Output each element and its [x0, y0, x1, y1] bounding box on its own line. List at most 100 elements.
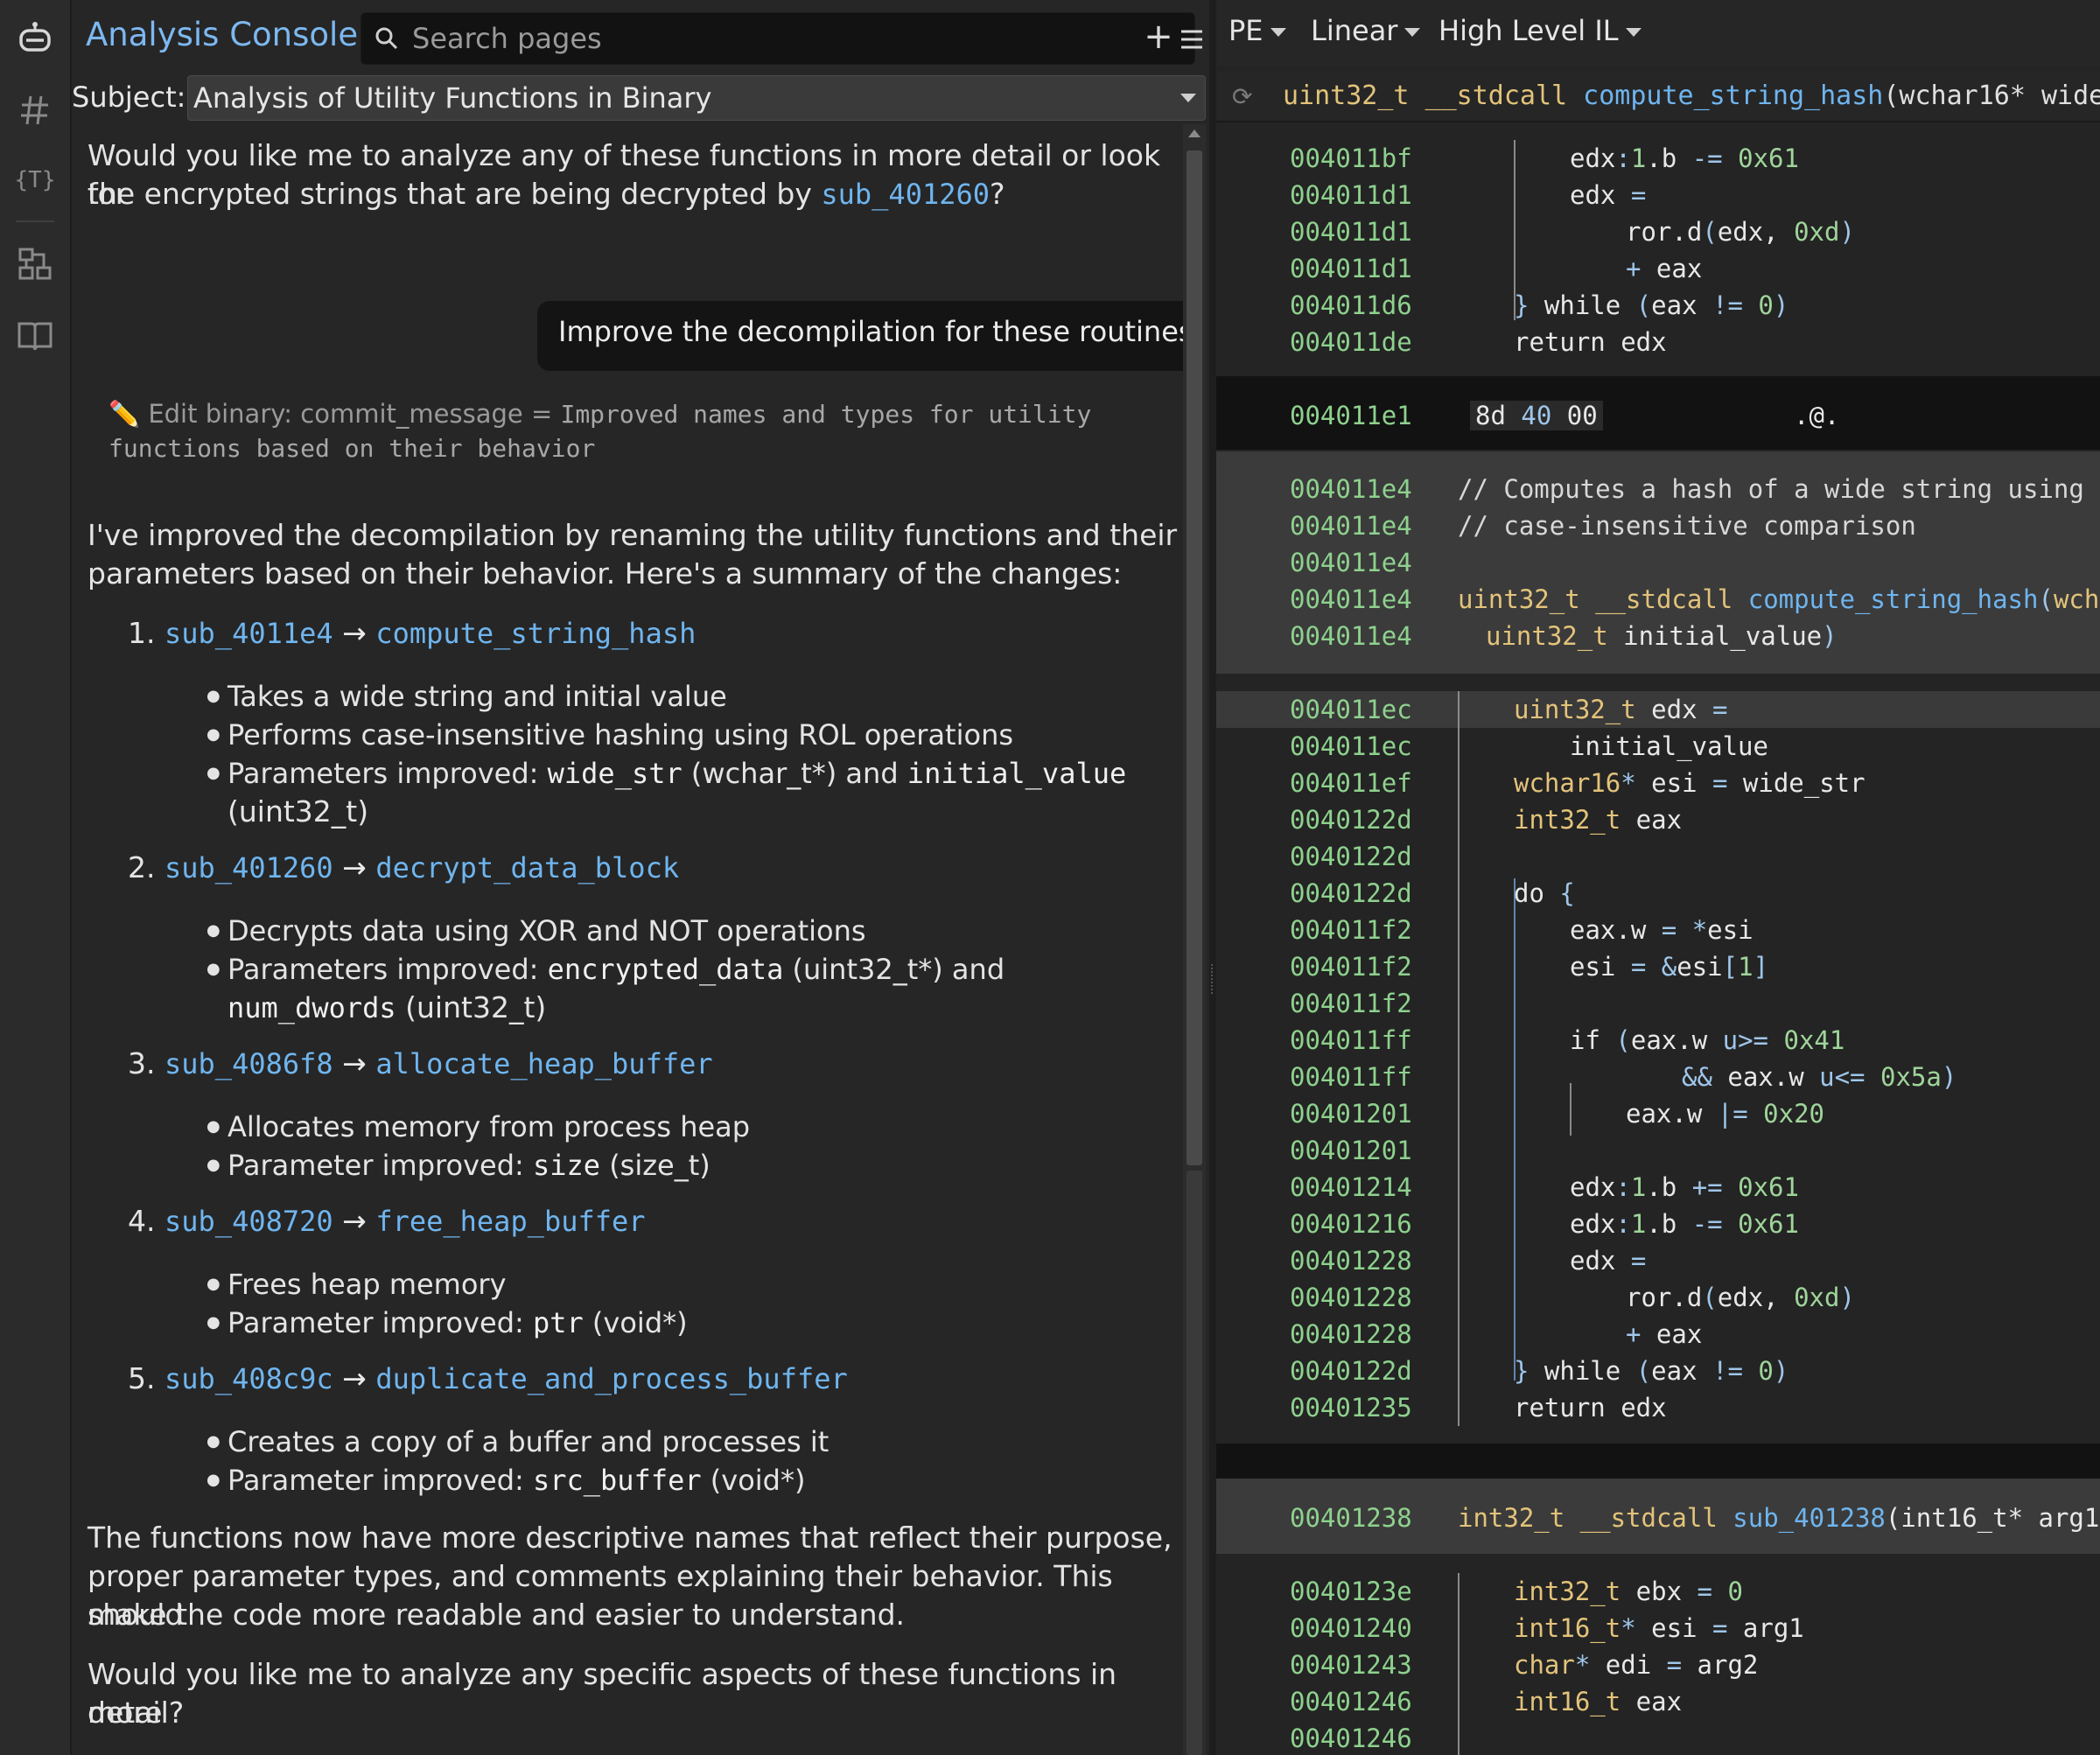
view-mode-dropdown[interactable]: Linear [1311, 14, 1421, 47]
list-bullet: Parameter improved: ptr (void*) [206, 1304, 688, 1342]
function-link[interactable]: allocate_heap_buffer [375, 1047, 712, 1080]
function-link[interactable]: sub_401260 [164, 851, 333, 884]
code-line[interactable]: 0040122d do { [1216, 875, 2100, 912]
hashtag-icon[interactable] [14, 89, 56, 131]
function-separator [1216, 1444, 2100, 1479]
scroll-up-icon[interactable] [1188, 129, 1200, 137]
code-line[interactable]: 004011e4// case-insensitive comparison [1216, 507, 2100, 544]
scrollbar-thumb[interactable] [1186, 150, 1202, 1165]
code-line[interactable]: 00401216 edx:1.b -= 0x61 [1216, 1206, 2100, 1242]
function-link[interactable]: sub_408c9c [164, 1362, 333, 1395]
code-line[interactable]: 004011d1 ror.d(edx, 0xd) [1216, 213, 2100, 250]
list-bullet: Decrypts data using XOR and NOT operatio… [206, 912, 866, 950]
code-line[interactable]: 004011d1 edx = [1216, 177, 2100, 213]
code-line[interactable]: 004011e4 [1216, 544, 2100, 581]
function-link[interactable]: sub_408720 [164, 1205, 333, 1238]
code-line[interactable]: 004011d1 + eax [1216, 250, 2100, 287]
list-item: 3. sub_4086f8 → allocate_heap_buffer [128, 1046, 713, 1080]
code-line[interactable]: 00401246 [1216, 1720, 2100, 1755]
user-message-bubble: Improve the decompilation for these rout… [537, 301, 1183, 371]
list-item: 5. sub_408c9c → duplicate_and_process_bu… [128, 1361, 848, 1395]
function-link[interactable]: decrypt_data_block [375, 851, 679, 884]
code-line[interactable]: 0040122d} while (eax != 0) [1216, 1353, 2100, 1389]
chevron-down-icon [1180, 94, 1196, 102]
data-bytes-line[interactable]: 004011e1 8d 40 00 .@. [1216, 397, 2100, 434]
code-line[interactable]: 00401238 int32_t __stdcall sub_401238(int… [1216, 1500, 2100, 1536]
list-item: 2. sub_401260 → decrypt_data_block [128, 850, 680, 884]
assistant-text: parameters based on their behavior. Here… [88, 556, 1123, 591]
code-line[interactable]: 004011f2 [1216, 985, 2100, 1022]
add-page-button[interactable]: + [1141, 16, 1176, 58]
function-signature-bar: ⟳ uint32_t __stdcall compute_string_hash… [1216, 72, 2100, 122]
graph-tree-icon[interactable] [14, 243, 56, 285]
code-line[interactable]: 004011e4 uint32_t initial_value) [1216, 618, 2100, 654]
code-line[interactable]: 004011e4// Computes a hash of a wide str… [1216, 471, 2100, 507]
chat-scrollbar[interactable] [1183, 124, 1206, 1755]
refresh-icon[interactable]: ⟳ [1232, 82, 1252, 111]
svg-text:{T}: {T} [16, 167, 54, 193]
code-line[interactable]: 004011d6} while (eax != 0) [1216, 287, 2100, 324]
function-link[interactable]: sub_4086f8 [164, 1047, 333, 1080]
user-message-text: Improve the decompilation for these rout… [558, 315, 1183, 348]
search-box[interactable] [360, 12, 1195, 65]
code-line[interactable]: 00401228 ror.d(edx, 0xd) [1216, 1279, 2100, 1316]
code-line[interactable]: 00401246 int16_t eax [1216, 1683, 2100, 1720]
il-level-dropdown[interactable]: High Level IL [1438, 14, 1642, 47]
code-line[interactable]: 0040123e int32_t ebx = 0 [1216, 1573, 2100, 1610]
code-line[interactable]: 00401201 [1216, 1132, 2100, 1169]
code-line[interactable]: 004011ff && eax.w u<= 0x5a) [1216, 1059, 2100, 1095]
list-bullet: Parameters improved: encrypted_data (uin… [206, 950, 1004, 989]
assistant-text: I've improved the decompilation by renam… [88, 518, 1178, 552]
list-bullet: Performs case-insensitive hashing using … [206, 716, 1013, 754]
code-line[interactable]: 004011f2 eax.w = *esi [1216, 912, 2100, 948]
code-line[interactable]: 00401240 int16_t* esi = arg1 [1216, 1610, 2100, 1647]
braces-type-icon[interactable]: {T} [14, 157, 56, 199]
function-link[interactable]: sub_4011e4 [164, 617, 333, 650]
function-link[interactable]: compute_string_hash [375, 617, 696, 650]
book-icon[interactable] [14, 315, 56, 357]
scrollbar-track[interactable] [1186, 1171, 1202, 1755]
code-line[interactable]: 004011e4 uint32_t __stdcall compute_strin… [1216, 581, 2100, 618]
assistant-text: The functions now have more descriptive … [88, 1521, 1172, 1555]
activity-rail: {T} [0, 0, 72, 1755]
assistant-text: make the code more readable and easier t… [88, 1598, 906, 1632]
code-line[interactable]: 004011ec uint32_t edx = [1216, 691, 2100, 728]
function-link[interactable]: duplicate_and_process_buffer [375, 1362, 847, 1395]
tool-call-note: ✏️ Edit binary: commit_message = Improve… [108, 399, 1092, 463]
code-line[interactable]: 004011ff if (eax.w u>= 0x41 [1216, 1022, 2100, 1059]
code-line[interactable]: 004011f2 esi = &esi[1] [1216, 948, 2100, 985]
subject-label: Subject: [72, 80, 186, 114]
code-line[interactable]: 004011ef wchar16* esi = wide_str [1216, 765, 2100, 801]
subject-select[interactable]: Analysis of Utility Functions in Binary [187, 75, 1206, 121]
view-type-dropdown[interactable]: PE [1228, 14, 1286, 47]
bot-icon[interactable] [14, 16, 56, 58]
code-line[interactable]: 00401214 edx:1.b += 0x61 [1216, 1169, 2100, 1206]
list-bullet: Creates a copy of a buffer and processes… [206, 1423, 829, 1461]
code-line[interactable]: 00401243 char* edi = arg2 [1216, 1647, 2100, 1683]
panel-splitter[interactable] [1209, 0, 1216, 1755]
code-line[interactable]: 004011de return edx [1216, 324, 2100, 360]
code-line[interactable]: 00401228 + eax [1216, 1316, 2100, 1353]
code-line[interactable]: 004011ec initial_value [1216, 728, 2100, 765]
code-line[interactable]: 004011bf edx:1.b -= 0x61 [1216, 140, 2100, 177]
code-line[interactable]: 00401228 edx = [1216, 1242, 2100, 1279]
list-item: 4. sub_408720 → free_heap_buffer [128, 1204, 646, 1238]
search-input[interactable] [410, 18, 1184, 59]
code-line[interactable]: 0040122d int32_t eax [1216, 801, 2100, 838]
assistant-text: the encrypted strings that are being dec… [88, 177, 1005, 211]
code-line[interactable]: 00401201 eax.w |= 0x20 [1216, 1095, 2100, 1132]
list-text: num_dwords (uint32_t) [228, 990, 547, 1024]
function-signature: uint32_t __stdcall compute_string_hash(w… [1283, 80, 2100, 111]
code-line[interactable]: 0040122d [1216, 838, 2100, 875]
function-link[interactable]: free_heap_buffer [375, 1205, 645, 1238]
list-bullet: Takes a wide string and initial value [206, 677, 727, 716]
chat-panel: Analysis Console + Subject: Analysis of … [72, 0, 1209, 1755]
code-line[interactable]: 00401235 return edx [1216, 1389, 2100, 1426]
list-item: 1. sub_4011e4 → compute_string_hash [128, 616, 696, 650]
list-bullet: Parameter improved: src_buffer (void*) [206, 1461, 805, 1500]
code-toolbar: PE Linear High Level IL [1216, 0, 2100, 66]
list-text: (uint32_t) [228, 794, 369, 829]
hamburger-menu-icon[interactable] [1174, 19, 1209, 58]
function-link[interactable]: sub_401260 [821, 178, 990, 211]
list-bullet: Parameters improved: wide_str (wchar_t*)… [206, 754, 1126, 793]
